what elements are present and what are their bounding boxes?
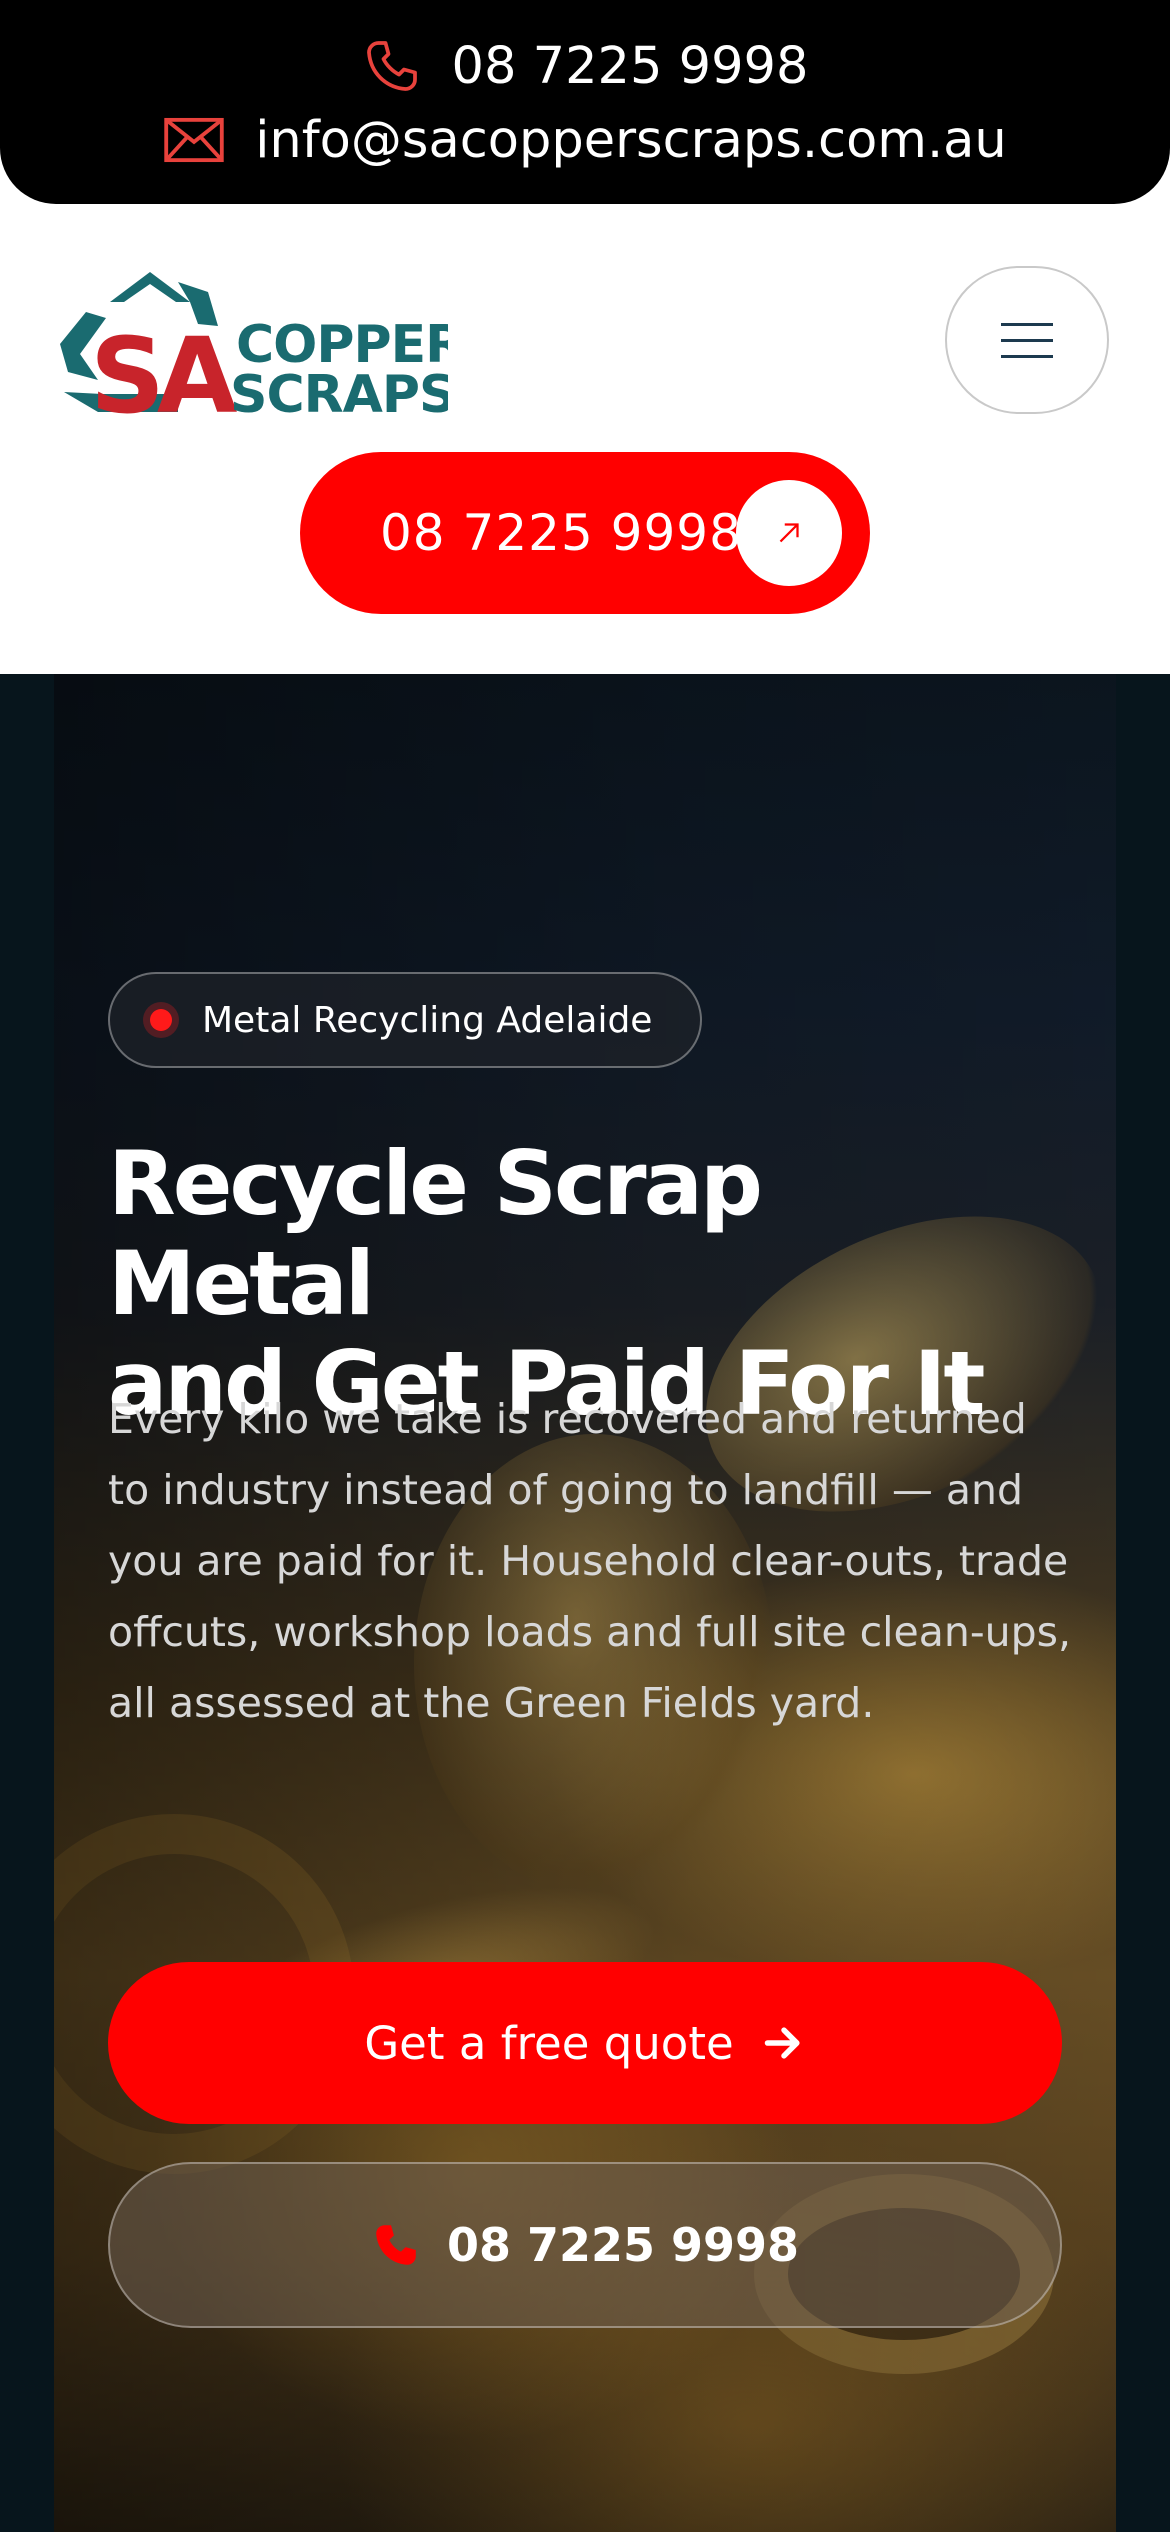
phone-outline-icon: [366, 41, 417, 91]
hero-description: Every kilo we take is recovered and retu…: [108, 1395, 1072, 1727]
hamburger-menu-icon-line: [1001, 354, 1053, 358]
topbar-email-text: info@sacopperscraps.com.au: [255, 110, 1007, 170]
topbar-email-link[interactable]: info@sacopperscraps.com.au: [0, 104, 1170, 176]
header-call-button[interactable]: 08 7225 9998: [300, 452, 870, 614]
hamburger-menu-button[interactable]: [945, 266, 1109, 414]
topbar-phone-link[interactable]: 08 7225 9998: [0, 30, 1170, 102]
hero-call-label: 08 7225 9998: [446, 2218, 800, 2272]
logo-mark: SA: [90, 315, 237, 422]
site-logo[interactable]: SA COPPER SCRAPS: [58, 262, 465, 437]
arrow-up-right-icon: [736, 480, 842, 586]
site-header: SA COPPER SCRAPS 08 7225 9998: [0, 204, 1170, 674]
arrow-right-icon: [764, 2027, 800, 2059]
red-dot-icon: [150, 1009, 172, 1031]
envelope-icon: [164, 117, 224, 163]
logo-line2: SCRAPS: [230, 365, 448, 422]
phone-icon: [376, 2225, 416, 2265]
hero-call-button[interactable]: 08 7225 9998: [108, 2162, 1062, 2328]
get-quote-button[interactable]: Get a free quote: [108, 1962, 1062, 2124]
hamburger-menu-icon: [1001, 322, 1053, 326]
get-quote-label: Get a free quote: [364, 2016, 734, 2070]
hero-heading-line1: Recycle Scrap Metal: [108, 1132, 763, 1335]
topbar-phone-text: 08 7225 9998: [451, 36, 809, 96]
header-call-label: 08 7225 9998: [380, 504, 742, 562]
hero-badge: Metal Recycling Adelaide: [108, 972, 702, 1068]
hero-section: Metal Recycling Adelaide Recycle Scrap M…: [0, 674, 1170, 2532]
top-contact-bar: 08 7225 9998 info@sacopperscraps.com.au: [0, 0, 1170, 204]
hamburger-menu-icon-line: [1001, 338, 1053, 342]
hero-badge-text: Metal Recycling Adelaide: [202, 999, 653, 1041]
hero-background-image: Metal Recycling Adelaide Recycle Scrap M…: [54, 674, 1116, 2532]
